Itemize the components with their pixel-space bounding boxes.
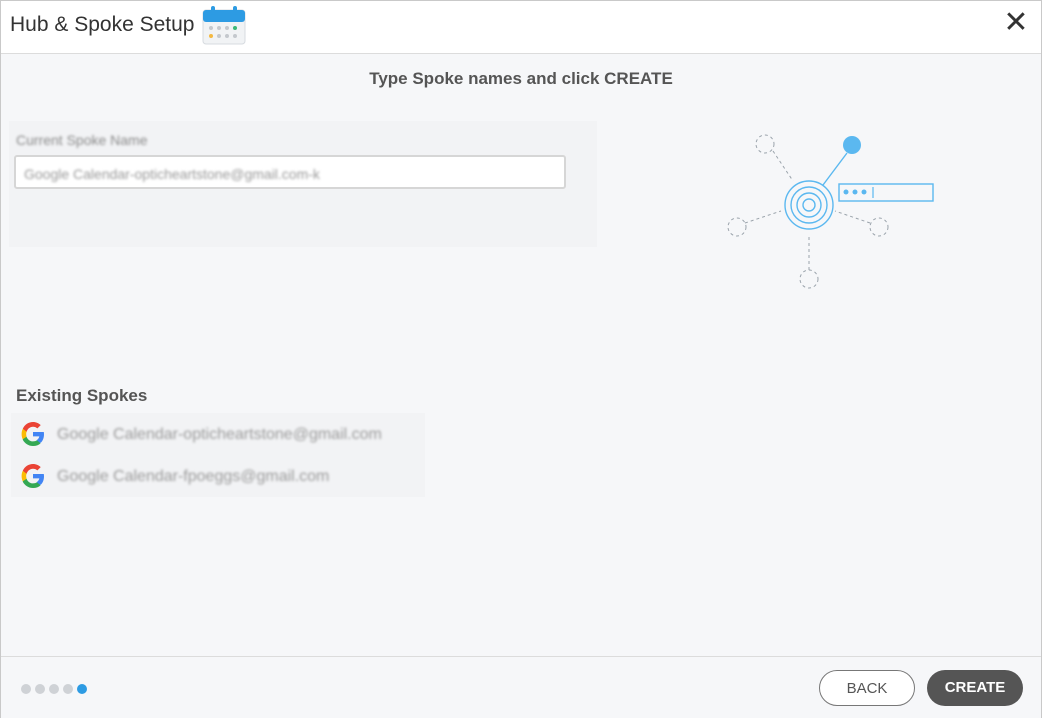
step-dot [49,684,59,694]
list-item[interactable]: Google Calendar-opticheartstone@gmail.co… [17,418,417,452]
current-spoke-input[interactable]: Google Calendar-opticheartstone@gmail.co… [14,155,566,189]
calendar-icon [201,6,247,51]
step-indicator [21,681,91,699]
existing-spokes-list: Google Calendar-opticheartstone@gmail.co… [11,413,425,497]
existing-spokes-title: Existing Spokes [16,386,148,405]
step-dot [35,684,45,694]
step-dot [21,684,31,694]
dialog-footer: BACK CREATE [1,656,1041,718]
google-icon [17,418,49,455]
instruction-text: Type Spoke names and click CREATE [369,69,673,88]
dialog: Hub & Spoke Setup ✕ Type Spoke names and… [0,0,1042,718]
step-dot [63,684,73,694]
close-button[interactable]: ✕ [1001,8,1031,39]
spoke-name: Google Calendar-opticheartstone@gmail.co… [57,426,382,443]
dialog-header: Hub & Spoke Setup ✕ [1,1,1041,54]
current-spoke-label: Current Spoke Name [16,132,148,148]
spoke-name: Google Calendar-fpoeggs@gmail.com [57,468,330,485]
google-icon [17,460,49,497]
current-spoke-value: Google Calendar-opticheartstone@gmail.co… [24,166,320,182]
create-button[interactable]: CREATE [927,670,1023,706]
back-button[interactable]: BACK [819,670,915,706]
current-spoke-panel: Current Spoke Name Google Calendar-optic… [9,121,597,247]
hub-spoke-illustration-icon [723,129,943,299]
step-dot-active [77,684,87,694]
list-item[interactable]: Google Calendar-fpoeggs@gmail.com [17,460,417,494]
dialog-title: Hub & Spoke Setup [10,13,195,36]
